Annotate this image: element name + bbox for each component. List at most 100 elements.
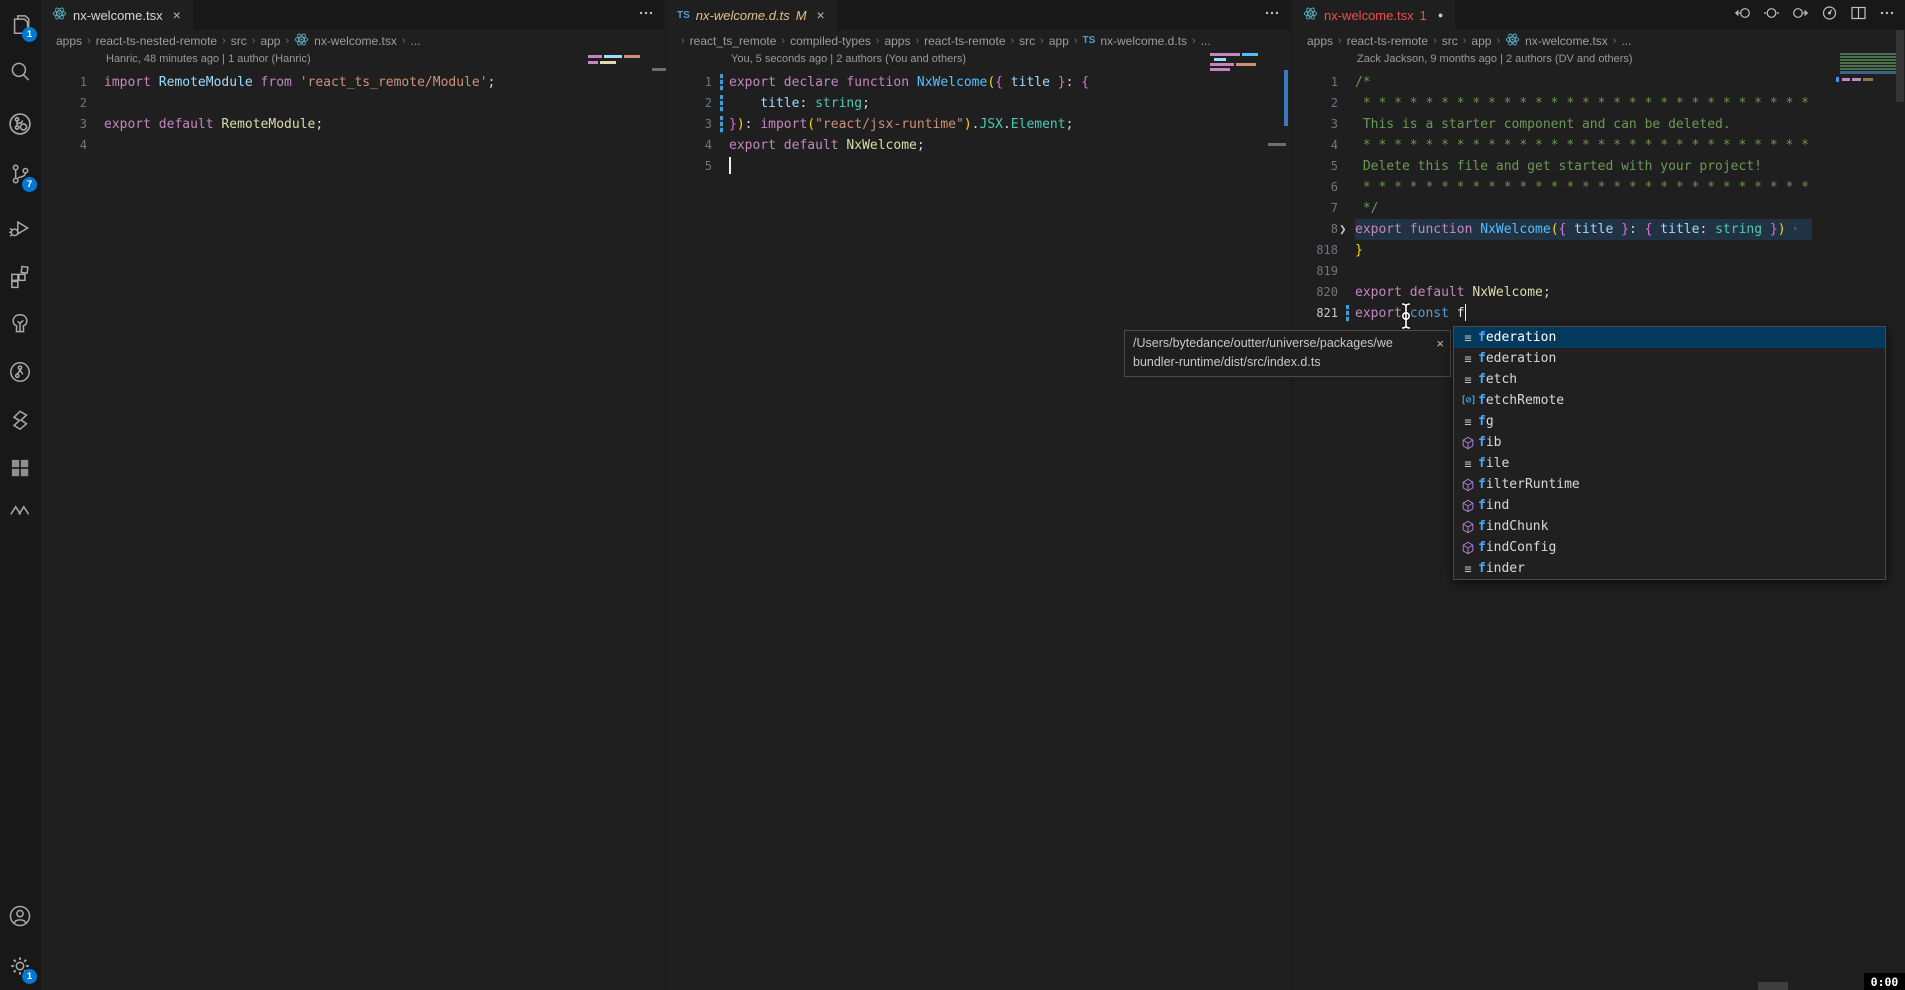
suggestion-federation[interactable]: ≡federation — [1454, 327, 1885, 348]
breadcrumb-item[interactable]: app — [1049, 34, 1069, 48]
ribbon-tool-icon[interactable] — [0, 402, 40, 438]
breadcrumb-file[interactable]: nx-welcome.tsx — [314, 34, 397, 48]
extensions-icon[interactable] — [0, 258, 40, 294]
code-line-820[interactable]: 820export default NxWelcome; — [1292, 282, 1905, 303]
breadcrumb-item[interactable]: app — [260, 34, 280, 48]
breadcrumb-item[interactable]: src — [1442, 34, 1458, 48]
breadcrumb-item[interactable]: src — [231, 34, 247, 48]
tree-view-icon[interactable] — [0, 306, 40, 342]
grid-dashboard-icon[interactable] — [0, 450, 40, 486]
code-line-1[interactable]: 1export declare function NxWelcome({ tit… — [666, 72, 1290, 93]
suggestion-findConfig[interactable]: findConfig — [1454, 537, 1885, 558]
suggestion-find[interactable]: find — [1454, 495, 1885, 516]
breadcrumb-item[interactable]: app — [1471, 34, 1491, 48]
more-actions-icon[interactable] — [638, 5, 654, 26]
dirty-indicator-icon[interactable]: ● — [1438, 10, 1443, 20]
minimap-mark — [1210, 63, 1234, 66]
close-icon[interactable]: × — [1436, 334, 1444, 353]
minimap-mark — [1214, 58, 1226, 61]
code-line-6[interactable]: 6 * * * * * * * * * * * * * * * * * * * … — [1292, 177, 1905, 198]
suggestion-fib[interactable]: fib — [1454, 432, 1885, 453]
code-line-2[interactable]: 2 * * * * * * * * * * * * * * * * * * * … — [1292, 93, 1905, 114]
code-line-1[interactable]: 1/* — [1292, 72, 1905, 93]
breadcrumb-symbol-suffix[interactable]: ... — [411, 34, 421, 48]
code-line-7[interactable]: 7 */ — [1292, 198, 1905, 219]
tab-nx-welcome.tsx[interactable]: nx-welcome.tsx × — [41, 0, 193, 30]
editor-pane-1: nx-welcome.tsx×apps›react-ts-nested-remo… — [40, 0, 664, 990]
code-line-8[interactable]: 8❯export function NxWelcome({ title }: {… — [1292, 219, 1905, 240]
breadcrumb-separator: › — [1496, 35, 1500, 47]
suggestion-findChunk[interactable]: findChunk — [1454, 516, 1885, 537]
tab-nx-welcome.tsx[interactable]: nx-welcome.tsx1● — [1292, 0, 1455, 30]
breadcrumb-item[interactable]: apps — [56, 34, 82, 48]
line-number: 2 — [666, 93, 712, 114]
git-modified-gutter — [1346, 305, 1349, 322]
breadcrumb-file[interactable]: nx-welcome.tsx — [1525, 34, 1608, 48]
breadcrumb-item[interactable]: react_ts_remote — [690, 34, 777, 48]
breadcrumb-item[interactable]: apps — [1307, 34, 1333, 48]
breadcrumb-item[interactable]: react-ts-nested-remote — [96, 34, 217, 48]
breadcrumb-separator: › — [915, 35, 919, 47]
suggestion-label: fib — [1478, 435, 1501, 450]
code-line-3[interactable]: 3export default RemoteModule; — [41, 114, 664, 135]
tab-label: nx-welcome.tsx — [73, 8, 163, 23]
code-line-2[interactable]: 2 — [41, 93, 664, 114]
suggestion-federation[interactable]: ≡federation — [1454, 348, 1885, 369]
suggestion-fetch[interactable]: ≡fetch — [1454, 369, 1885, 390]
breadcrumb-item[interactable]: react-ts-remote — [924, 34, 1005, 48]
more-actions-icon[interactable] — [1264, 5, 1280, 26]
fold-chevron-icon[interactable]: ❯ — [1339, 219, 1347, 240]
code-line-821[interactable]: 821export const f — [1292, 303, 1905, 324]
commit-graph-icon[interactable] — [0, 354, 40, 390]
code-line-4[interactable]: 4 — [41, 135, 664, 156]
previous-change-icon[interactable] — [1734, 5, 1751, 26]
code-line-1[interactable]: 1import RemoteModule from 'react_ts_remo… — [41, 72, 664, 93]
tab-nx-welcome.d.ts[interactable]: TSnx-welcome.d.tsM× — [666, 0, 837, 30]
code-line-3[interactable]: 3 This is a starter component and can be… — [1292, 114, 1905, 135]
git-blame-codelens[interactable]: Hanric, 48 minutes ago | 1 author (Hanri… — [106, 53, 311, 65]
suggestion-fg[interactable]: ≡fg — [1454, 411, 1885, 432]
code-line-4[interactable]: 4export default NxWelcome; — [666, 135, 1290, 156]
file-history-icon[interactable] — [1821, 5, 1838, 26]
code-line-2[interactable]: 2 title: string; — [666, 93, 1290, 114]
code-line-3[interactable]: 3}): import("react/jsx-runtime").JSX.Ele… — [666, 114, 1290, 135]
breadcrumb-separator: › — [1040, 35, 1044, 47]
breadcrumb-symbol-suffix[interactable]: ... — [1621, 34, 1631, 48]
horizontal-scrollbar[interactable] — [1758, 982, 1788, 990]
close-icon[interactable]: × — [173, 7, 181, 23]
code-line-4[interactable]: 4 * * * * * * * * * * * * * * * * * * * … — [1292, 135, 1905, 156]
waveform-tool-icon[interactable] — [0, 492, 40, 528]
suggestion-filterRuntime[interactable]: filterRuntime — [1454, 474, 1885, 495]
gitlens-icon[interactable] — [0, 106, 40, 142]
suggestion-finder[interactable]: ≡finder — [1454, 558, 1885, 579]
open-changes-icon[interactable] — [1763, 5, 1780, 26]
close-icon[interactable]: × — [817, 7, 825, 23]
source-control-icon[interactable]: 7 — [0, 156, 40, 192]
suggestion-file[interactable]: ≡file — [1454, 453, 1885, 474]
split-editor-icon[interactable] — [1850, 5, 1867, 26]
more-actions-icon[interactable] — [1879, 5, 1895, 26]
code-line-818[interactable]: 818} — [1292, 240, 1905, 261]
code-line-5[interactable]: 5 Delete this file and get started with … — [1292, 156, 1905, 177]
account-icon[interactable] — [0, 898, 40, 934]
breadcrumb-item[interactable]: react-ts-remote — [1347, 34, 1428, 48]
code-line-819[interactable]: 819 — [1292, 261, 1905, 282]
git-blame-codelens[interactable]: Zack Jackson, 9 months ago | 2 authors (… — [1357, 53, 1633, 65]
suggestion-fetchRemote[interactable]: [⊘]fetchRemote — [1454, 390, 1885, 411]
code-text: } — [1355, 240, 1363, 261]
breadcrumb-item[interactable]: src — [1019, 34, 1035, 48]
breadcrumb-item[interactable]: compiled-types — [790, 34, 871, 48]
breadcrumb-symbol-suffix[interactable]: ... — [1201, 34, 1211, 48]
search-icon[interactable] — [0, 54, 40, 90]
settings-badge: 1 — [22, 969, 37, 984]
settings-icon[interactable]: 1 — [0, 948, 40, 984]
code-line-5[interactable]: 5 — [666, 156, 1290, 177]
run-and-debug-icon[interactable] — [0, 210, 40, 246]
git-blame-codelens[interactable]: You, 5 seconds ago | 2 authors (You and … — [731, 53, 966, 65]
code-text: */ — [1355, 198, 1378, 219]
next-change-icon[interactable] — [1792, 5, 1809, 26]
breadcrumb-file[interactable]: nx-welcome.d.ts — [1100, 34, 1187, 48]
breadcrumb-item[interactable]: apps — [884, 34, 910, 48]
breadcrumb-separator: › — [1463, 35, 1467, 47]
explorer-icon[interactable]: 1 — [0, 6, 40, 42]
